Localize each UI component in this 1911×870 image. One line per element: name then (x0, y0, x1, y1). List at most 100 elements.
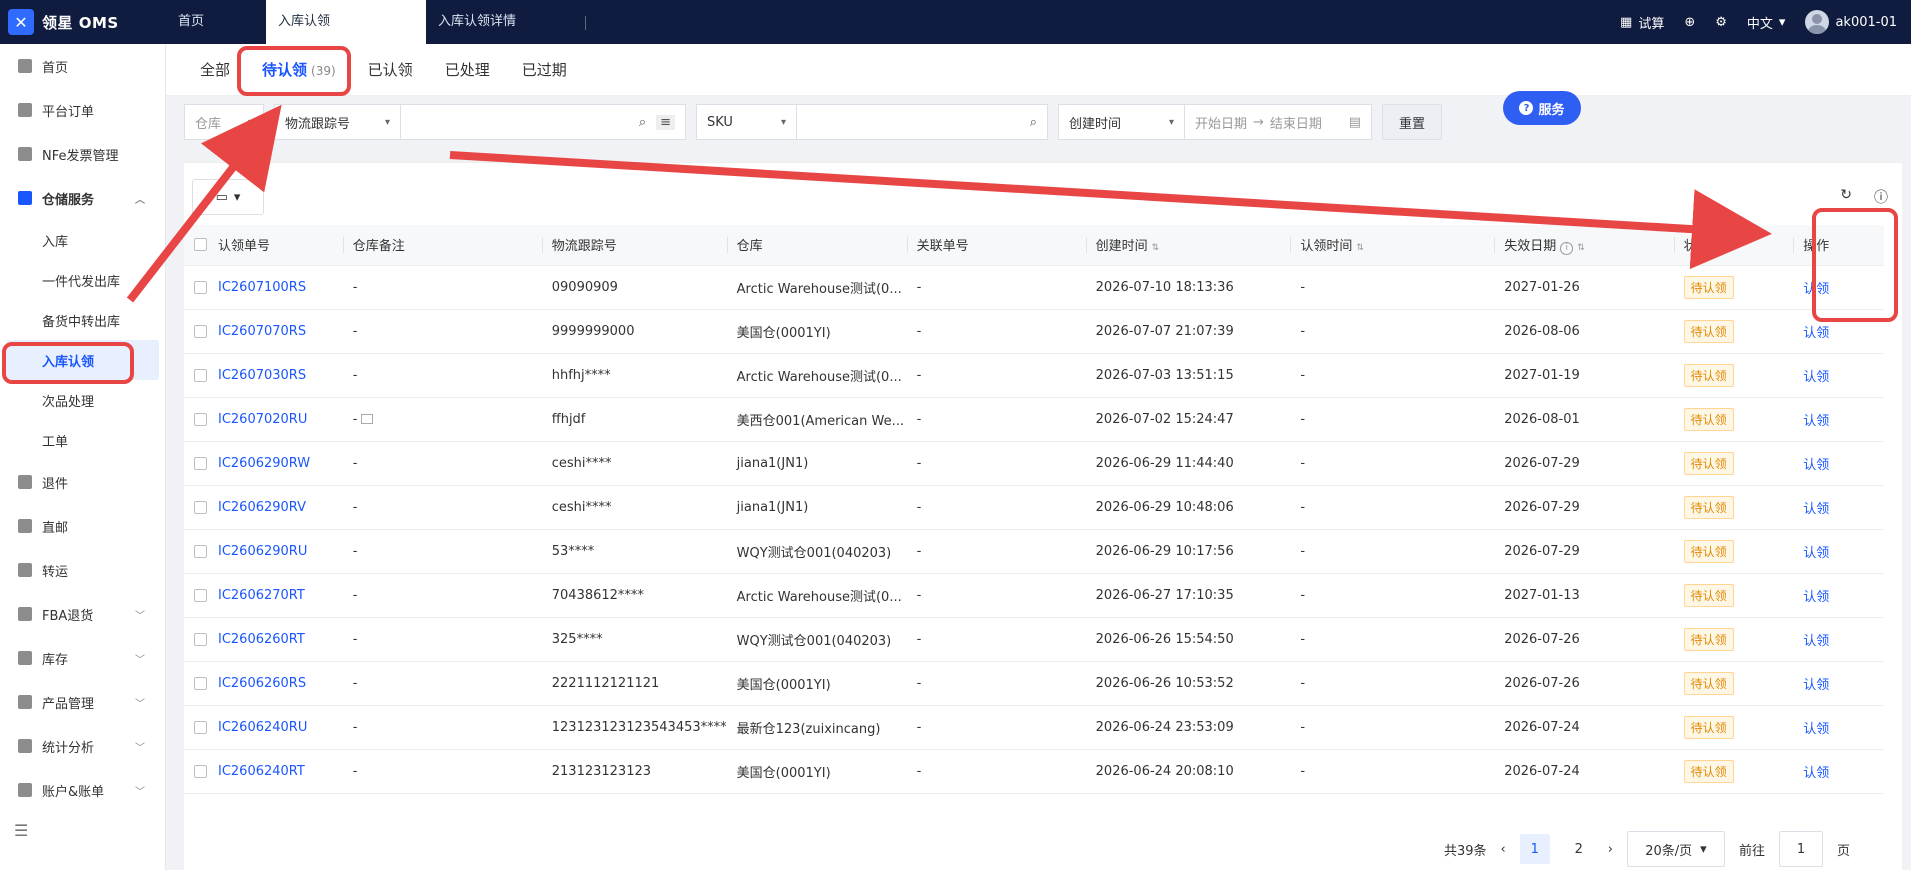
sidebar-sub-inbound[interactable]: 入库 (0, 220, 165, 260)
sidebar-sub-ticket[interactable]: 工单 (0, 420, 165, 460)
claim-action-link[interactable]: 认领 (1803, 590, 1829, 605)
sidebar-sub-dropship[interactable]: 一件代发出库 (0, 260, 165, 300)
sort-icon[interactable]: ⇅ (1577, 243, 1585, 253)
claim-id-link[interactable]: IC2607030RS (218, 368, 306, 383)
sidebar-item-transfer[interactable]: 转运 (0, 548, 165, 592)
list-icon[interactable]: ≡ (656, 114, 675, 130)
claim-id-link[interactable]: IC2606240RT (218, 764, 305, 779)
reset-button[interactable]: 重置 (1382, 104, 1442, 140)
status-badge: 待认领 (1683, 759, 1734, 783)
status-badge: 待认领 (1683, 275, 1734, 299)
top-tab-inbound-claim[interactable]: 入库认领 (266, 0, 426, 44)
claim-action-link[interactable]: 认领 (1803, 282, 1829, 297)
language-select[interactable]: 中文 ▾ (1747, 13, 1786, 32)
claim-id-link[interactable]: IC2607020RU (218, 412, 307, 427)
page-1[interactable]: 1 (1519, 834, 1550, 864)
sidebar-item-nfe[interactable]: NFe发票管理 (0, 132, 165, 176)
claim-action-link[interactable]: 认领 (1803, 722, 1829, 737)
claim-action-link[interactable]: 认领 (1803, 458, 1829, 473)
image-icon[interactable] (361, 414, 374, 424)
sku-input[interactable]: ⌕ (797, 105, 1047, 139)
date-range-picker[interactable]: 开始日期 → 结束日期 ▤ (1185, 105, 1371, 139)
sidebar-item-products[interactable]: 产品管理 ﹀ (0, 680, 165, 724)
row-checkbox[interactable] (194, 324, 207, 338)
claim-id-link[interactable]: IC2606240RU (218, 720, 307, 735)
row-checkbox[interactable] (194, 632, 207, 646)
sku-type-select[interactable]: SKU ▾ (697, 105, 797, 139)
row-checkbox[interactable] (194, 280, 207, 294)
col-expire[interactable]: 失效日期 i ⇅ (1494, 225, 1674, 266)
sidebar-sub-defective[interactable]: 次品处理 (0, 380, 165, 420)
select-all-checkbox[interactable] (194, 238, 207, 252)
tab-all[interactable]: 全部 (184, 44, 246, 96)
sidebar-item-platform-orders[interactable]: 平台订单 (0, 88, 165, 132)
claim-id-link[interactable]: IC2607070RS (218, 324, 306, 339)
top-tab-home[interactable]: 首页 (166, 0, 266, 44)
row-checkbox[interactable] (194, 412, 207, 426)
row-checkbox[interactable] (194, 368, 207, 382)
claim-action-link[interactable]: 认领 (1803, 502, 1829, 517)
claim-action-link[interactable]: 认领 (1803, 766, 1829, 781)
tab-pending-claim[interactable]: 待认领 (39) (246, 44, 352, 96)
row-checkbox[interactable] (194, 456, 207, 470)
claim-action-link[interactable]: 认领 (1803, 634, 1829, 649)
sidebar-item-fba-returns[interactable]: FBA退货 ﹀ (0, 592, 165, 636)
top-tab-claim-detail[interactable]: 入库认领详情 (426, 0, 586, 44)
sidebar-item-warehouse-service[interactable]: 仓储服务 ︿ (0, 176, 165, 220)
user-menu[interactable]: ak001-01 (1805, 10, 1897, 34)
tracking-type-select[interactable]: 物流跟踪号 ▾ (275, 105, 401, 139)
claim-action-link[interactable]: 认领 (1803, 370, 1829, 385)
tab-claimed[interactable]: 已认领 (352, 44, 429, 96)
row-checkbox[interactable] (194, 544, 207, 558)
tab-expired[interactable]: 已过期 (506, 44, 583, 96)
sidebar-item-direct-mail[interactable]: 直邮 (0, 504, 165, 548)
sidebar-sub-inbound-claim[interactable]: 入库认领 (6, 340, 159, 380)
goto-page-input[interactable]: 1 (1778, 831, 1823, 867)
col-created[interactable]: 创建时间 ⇅ (1085, 225, 1291, 266)
row-checkbox[interactable] (194, 676, 207, 690)
warehouse-select[interactable]: 仓库 ▾ (184, 104, 264, 140)
related-cell: - (916, 587, 922, 603)
batch-action-button[interactable]: ▭ ▾ (192, 179, 264, 215)
claim-action-link[interactable]: 认领 (1803, 678, 1829, 693)
help-icon[interactable]: ⓘ (1874, 187, 1888, 207)
sort-icon[interactable]: ⇅ (1356, 243, 1364, 253)
row-checkbox[interactable] (194, 764, 207, 778)
sidebar-item-inventory[interactable]: 库存 ﹀ (0, 636, 165, 680)
time-type-select[interactable]: 创建时间 ▾ (1059, 105, 1185, 139)
claim-action-link[interactable]: 认领 (1803, 546, 1829, 561)
claim-id-link[interactable]: IC2606290RV (218, 500, 306, 515)
sort-icon[interactable]: ⇅ (1152, 243, 1160, 253)
row-checkbox[interactable] (194, 588, 207, 602)
tracking-input[interactable]: ⌕ ≡ (401, 105, 685, 139)
sidebar-sub-transfer-out[interactable]: 备货中转出库 (0, 300, 165, 340)
claim-id-link[interactable]: IC2606260RT (218, 632, 305, 647)
trial-button[interactable]: ▦ 试算 (1620, 13, 1664, 32)
info-icon[interactable]: i (1560, 241, 1574, 255)
tab-processed[interactable]: 已处理 (429, 44, 506, 96)
prev-page-icon[interactable]: ‹ (1501, 842, 1506, 857)
download-button[interactable]: ⊕ (1684, 15, 1695, 30)
claim-id-link[interactable]: IC2606290RW (218, 456, 310, 471)
claim-action-link[interactable]: 认领 (1803, 414, 1829, 429)
col-claimed[interactable]: 认领时间 ⇅ (1290, 225, 1495, 266)
claim-id-link[interactable]: IC2606290RU (218, 544, 307, 559)
claim-action-link[interactable]: 认领 (1803, 326, 1829, 341)
service-button[interactable]: ? 服务 (1503, 91, 1581, 125)
app-logo[interactable]: ✕ 领星 OMS (0, 0, 166, 44)
sidebar-item-stats[interactable]: 统计分析 ﹀ (0, 724, 165, 768)
sidebar-item-account[interactable]: 账户&账单 ﹀ (0, 768, 165, 812)
refresh-icon[interactable]: ↻ (1840, 187, 1852, 207)
claim-id-link[interactable]: IC2607100RS (218, 280, 306, 295)
claim-id-link[interactable]: IC2606270RT (218, 588, 305, 603)
sidebar-item-returns[interactable]: 退件 (0, 460, 165, 504)
page-2[interactable]: 2 (1564, 834, 1594, 864)
page-size-select[interactable]: 20条/页 ▾ (1626, 831, 1725, 867)
next-page-icon[interactable]: › (1608, 842, 1613, 857)
row-checkbox[interactable] (194, 720, 207, 734)
collapse-sidebar-icon[interactable]: ☰ (14, 821, 28, 840)
sidebar-item-home[interactable]: 首页 (0, 44, 165, 88)
row-checkbox[interactable] (194, 500, 207, 514)
claim-id-link[interactable]: IC2606260RS (218, 676, 306, 691)
settings-button[interactable]: ⚙ (1715, 15, 1727, 30)
